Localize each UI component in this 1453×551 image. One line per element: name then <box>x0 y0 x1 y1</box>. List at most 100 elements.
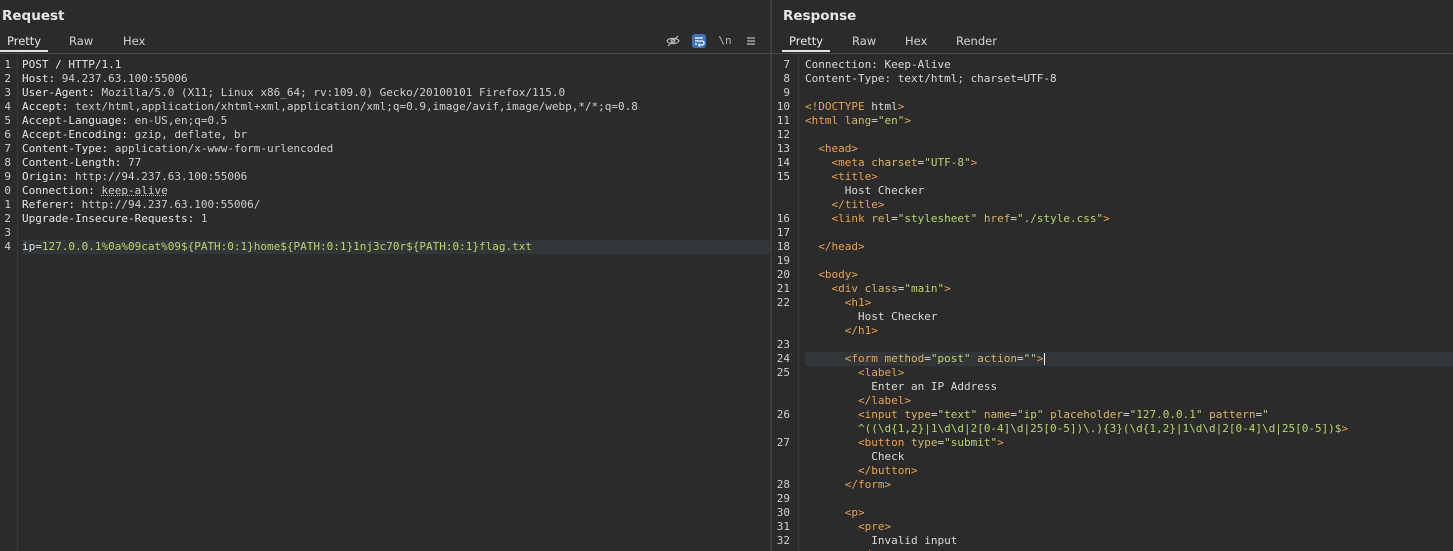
code-token: > <box>997 436 1004 449</box>
code-token: ^((\d{1,2}|1\d\d|2[0-4]\d|25[0-5])\.){3}… <box>857 422 1342 435</box>
header-separator: : <box>121 128 135 141</box>
response-line <box>805 254 1453 268</box>
response-tab-pretty[interactable]: Pretty <box>782 31 831 52</box>
response-line: <!DOCTYPE html> <box>805 100 1453 114</box>
code-token: <meta <box>831 156 865 169</box>
header-name: Accept-Encoding <box>22 128 122 141</box>
response-line: <input type="text" name="ip" placeholder… <box>805 408 1453 422</box>
response-line: <html lang="en"> <box>805 114 1453 128</box>
response-line: <p> <box>805 506 1453 520</box>
code-token: <input <box>857 408 898 421</box>
code-token: <link <box>831 212 865 225</box>
code-token: href <box>983 212 1011 225</box>
response-editor[interactable]: 6789101112131415161718192021222324252627… <box>772 55 1453 551</box>
line-number: 13 <box>776 142 790 155</box>
request-code[interactable]: POST / HTTP/1.1 Host: 94.237.63.100:55006… <box>22 55 770 551</box>
header-value: 1 <box>200 212 208 225</box>
line-number: 2 <box>4 72 11 85</box>
hide-nonprintable-eye-icon[interactable] <box>666 34 680 48</box>
code-token: pattern <box>1209 408 1256 421</box>
request-tab-raw[interactable]: Raw <box>62 31 100 52</box>
line-number: 2 <box>4 212 11 225</box>
code-token: > <box>897 100 905 113</box>
request-line-text: POST / HTTP/1.1 <box>22 58 122 71</box>
response-tab-raw[interactable]: Raw <box>845 31 883 52</box>
code-token: "submit" <box>944 436 998 449</box>
code-token: method <box>884 352 925 365</box>
header-name: Content-Type <box>22 142 102 155</box>
header-separator: : <box>88 184 102 197</box>
header-value: gzip, deflate, br <box>134 128 248 141</box>
code-token: Connection: Keep-Alive <box>805 58 951 71</box>
request-line: Upgrade-Insecure-Requests: 1 <box>22 212 770 226</box>
response-line: <head> <box>805 142 1453 156</box>
request-tab-pretty[interactable]: Pretty <box>0 31 49 52</box>
line-number: 0 <box>4 184 11 197</box>
line-number: 1 <box>4 198 11 211</box>
code-token: "main" <box>904 282 945 295</box>
code-token: > <box>884 478 892 491</box>
wrap-lines-icon[interactable] <box>692 34 706 48</box>
header-value: text/html,application/xhtml+xml,applicat… <box>75 100 638 113</box>
response-tab-hex[interactable]: Hex <box>898 31 934 52</box>
code-token: = <box>891 212 898 225</box>
show-newlines-icon[interactable]: \n <box>718 34 732 48</box>
code-token: charset <box>871 156 918 169</box>
request-tab-hex[interactable]: Hex <box>116 31 152 52</box>
code-token: > <box>904 394 911 407</box>
request-line: Connection: keep-alive <box>22 184 770 198</box>
code-token: > <box>910 464 918 477</box>
response-tabbar: Pretty Raw Hex Render <box>772 31 1453 54</box>
response-line: Enter an IP Address <box>805 380 1453 394</box>
code-token: lang <box>844 114 872 127</box>
request-line: Content-Length: 77 <box>22 156 770 170</box>
request-line: Content-Type: application/x-www-form-url… <box>22 142 770 156</box>
line-number: 1 <box>4 58 11 71</box>
code-token: <html <box>805 114 839 127</box>
response-line: <button type="submit"> <box>805 436 1453 450</box>
code-token: <p <box>844 506 858 519</box>
request-line: Referer: http://94.237.63.100:55006/ <box>22 198 770 212</box>
line-number: 19 <box>776 254 790 267</box>
code-token: " <box>1262 408 1269 421</box>
response-line: </h1> <box>805 324 1453 338</box>
response-code[interactable]: Date: ...Connection: Keep-AliveContent-T… <box>805 55 1453 551</box>
line-number: 23 <box>776 338 790 351</box>
code-token: html <box>871 100 898 113</box>
header-value: keep-alive <box>101 184 168 197</box>
code-token: Host Checker <box>844 184 925 197</box>
request-line: ip=127.0.0.1%0a%09cat%09${PATH:0:1}home$… <box>22 240 770 254</box>
code-token: > <box>1036 352 1044 365</box>
header-value: Mozilla/5.0 (X11; Linux x86_64; rv:109.0… <box>101 86 566 99</box>
response-line: <pre> <box>805 520 1453 534</box>
response-line-numbers: 6789101112131415161718192021222324252627… <box>772 55 799 551</box>
header-value: en-US,en;q=0.5 <box>134 114 228 127</box>
line-number: 29 <box>776 492 790 505</box>
request-editor[interactable]: 12345678901234 POST / HTTP/1.1 Host: 94.2… <box>0 55 770 551</box>
code-token: = <box>924 352 931 365</box>
response-line <box>805 128 1453 142</box>
code-token: <div <box>831 282 859 295</box>
code-token: Content-Type: text/html; charset=UTF-8 <box>805 72 1057 85</box>
response-line: <label> <box>805 366 1453 380</box>
menu-icon[interactable] <box>744 34 758 48</box>
response-tab-render[interactable]: Render <box>949 31 1004 52</box>
code-token: > <box>858 240 865 253</box>
response-line: <title> <box>805 170 1453 184</box>
header-value: http://94.237.63.100:55006 <box>75 170 248 183</box>
code-token: "en" <box>877 114 905 127</box>
code-token: type <box>910 436 938 449</box>
request-line: Accept-Encoding: gzip, deflate, br <box>22 128 770 142</box>
request-tabbar: Pretty Raw Hex <box>0 31 770 54</box>
header-name: Accept <box>22 100 62 113</box>
